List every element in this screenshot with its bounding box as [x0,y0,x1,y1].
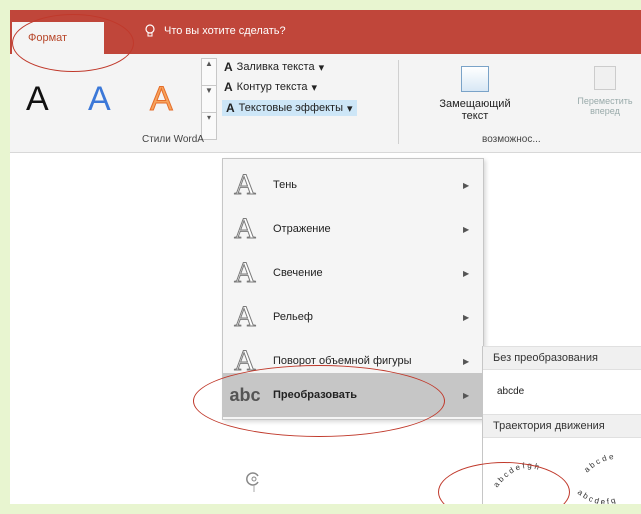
menu-item-label: Тень [273,179,298,191]
dropdown-arrow-icon: ▾ [347,102,353,115]
menu-item-label: Свечение [273,267,323,279]
text-outline-icon: A [224,80,233,94]
wordart-style-black[interactable]: A [26,80,49,119]
submenu-arrow-icon: ▶ [463,312,470,322]
submenu-arrow-icon: ▶ [463,268,470,278]
app-window: Формат Что вы хотите сделать? A A A ▲ ▼ … [10,10,641,504]
text-effects-label: Текстовые эффекты [238,102,343,114]
annotation-circle-tab [12,14,134,72]
text-fill-label: Заливка текста [236,61,315,73]
submenu-arrow-icon: ▶ [463,356,470,366]
gallery-expand-icon[interactable]: ▾ [202,113,216,140]
follow-path-header: Траектория движения [483,414,641,438]
dropdown-arrow-icon: ▾ [318,61,325,74]
menu-item-glow[interactable]: A Свечение ▶ [223,251,483,295]
menu-item-bevel[interactable]: A Рельеф ▶ [223,295,483,339]
submenu-arrow-icon: ▶ [463,390,470,400]
move-label-1: Переместить [577,96,633,106]
tell-me-text: Что вы хотите сделать? [164,25,286,37]
lightbulb-icon [145,24,155,37]
no-transform-option[interactable]: abcde [483,370,641,414]
shadow-icon: A [234,168,257,202]
group-label-accessibility: возможнос... [482,134,541,145]
wordart-style-orange[interactable]: A [150,80,174,119]
scroll-down-icon[interactable]: ▼ [202,86,216,113]
bring-forward-button[interactable]: Переместить вперед [570,66,640,116]
bevel-icon: A [234,300,257,334]
circle-option[interactable]: a b c d e [582,452,614,474]
reflection-icon: A [234,212,257,246]
menu-item-label: Отражение [273,223,331,235]
menu-item-label: Рельеф [273,311,313,323]
wordart-style-blue[interactable]: A [88,80,111,119]
group-label-wordart-styles: Стили WordA [142,134,204,145]
submenu-arrow-icon: ▶ [463,180,470,190]
group-divider [398,60,399,144]
bring-forward-icon [594,66,616,90]
placeholder-text-button[interactable]: Замещающий текст [420,66,530,122]
arc-down-option[interactable]: a b c d e f g [576,488,617,504]
placeholder-label-2: текст [461,110,489,122]
dropdown-arrow-icon: ▾ [311,81,318,94]
text-outline-button[interactable]: A Контур текста ▾ [224,80,317,94]
tell-me-box[interactable]: Что вы хотите сделать? [144,24,286,38]
text-outline-label: Контур текста [236,81,308,93]
text-effects-icon: A [226,101,235,115]
text-effects-button[interactable]: A Текстовые эффекты ▾ [222,100,357,116]
glow-icon: A [234,256,257,290]
menu-item-reflection[interactable]: A Отражение ▶ [223,207,483,251]
text-fill-icon: A [224,60,233,74]
text-fill-button[interactable]: A Заливка текста ▾ [224,60,324,74]
no-transform-header: Без преобразования [483,346,641,370]
wordart-gallery-scroll[interactable]: ▲ ▼ ▾ [201,58,217,140]
submenu-arrow-icon: ▶ [463,224,470,234]
move-label-2: вперед [590,106,620,116]
menu-item-shadow[interactable]: A Тень ▶ [223,163,483,207]
placeholder-label-1: Замещающий [439,98,511,110]
annotation-circle-transform [193,365,445,437]
picture-icon [461,66,489,92]
rotate-handle-icon[interactable] [244,468,264,492]
scroll-up-icon[interactable]: ▲ [202,59,216,86]
